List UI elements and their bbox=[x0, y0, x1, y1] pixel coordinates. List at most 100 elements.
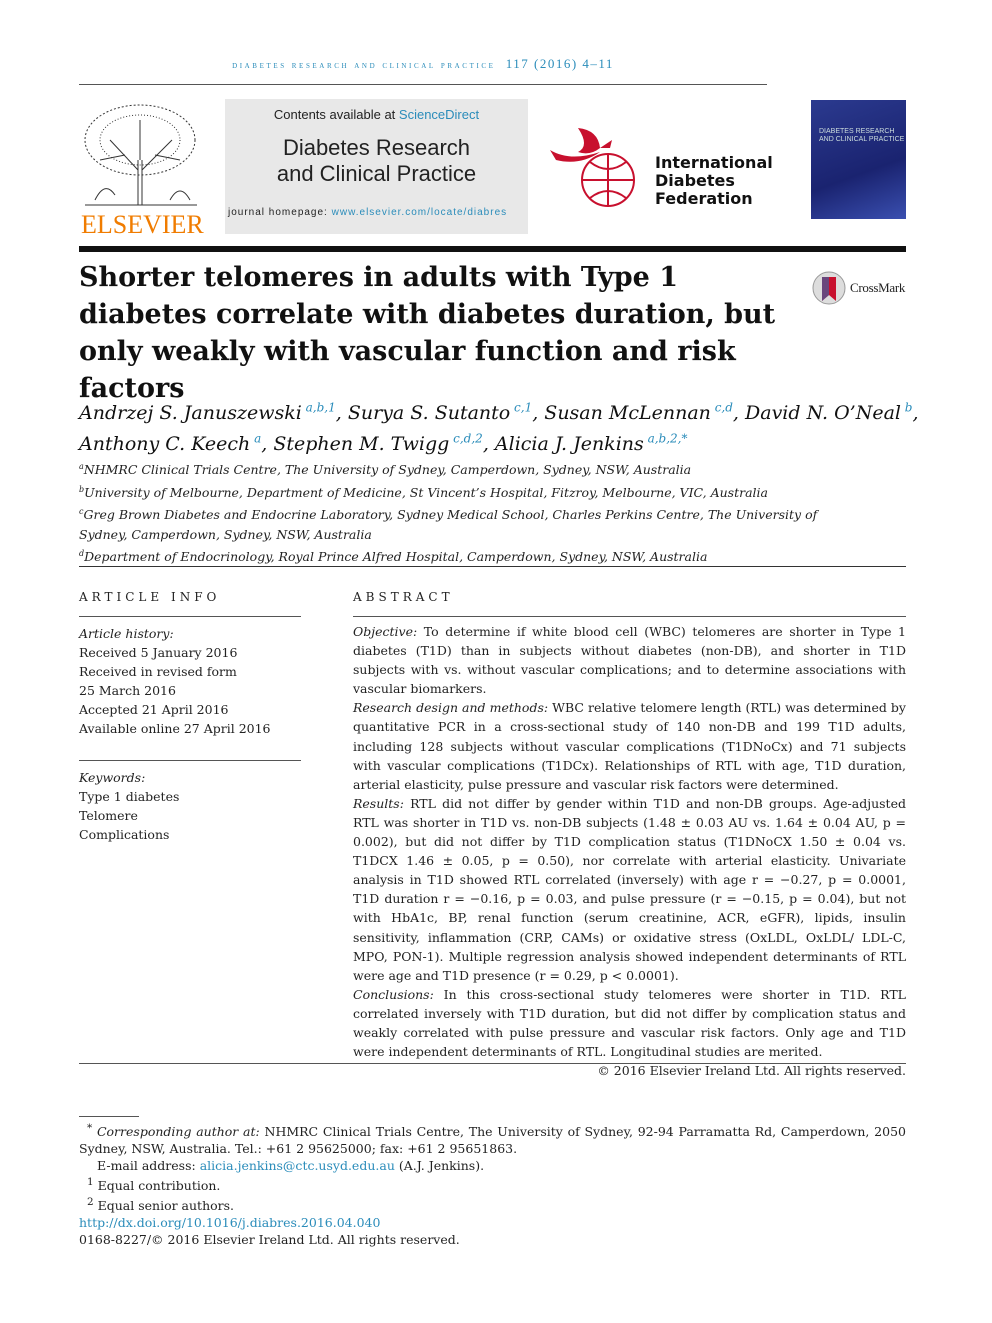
email-link[interactable]: alicia.jenkins@ctc.usyd.edu.au bbox=[200, 1158, 395, 1173]
doi-link[interactable]: http://dx.doi.org/10.1016/j.diabres.2016… bbox=[79, 1215, 380, 1230]
author-name: Stephen M. Twigg bbox=[273, 432, 450, 455]
author-name: Susan McLennan bbox=[544, 402, 711, 425]
author: Anthony C. Keech a, bbox=[79, 431, 274, 455]
affiliation-text: NHMRC Clinical Trials Centre, The Univer… bbox=[83, 462, 692, 478]
history-label: Article history: bbox=[79, 626, 174, 641]
footnote-rule bbox=[79, 1116, 139, 1117]
history-item: Accepted 21 April 2016 bbox=[79, 702, 229, 717]
abstract-body: Objective: To determine if white blood c… bbox=[353, 622, 906, 1080]
journal-banner: Contents available at ScienceDirect Diab… bbox=[225, 99, 528, 234]
abstract-section-text: RTL did not differ by gender within T1D … bbox=[353, 795, 906, 983]
affiliation-item: cGreg Brown Diabetes and Endocrine Labor… bbox=[79, 502, 859, 544]
email-suffix: (A.J. Jenkins). bbox=[394, 1158, 485, 1174]
abstract-section-label: Research design and methods: bbox=[353, 700, 549, 716]
author-affiliation-marker[interactable]: c,1 bbox=[514, 401, 532, 415]
corresponding-author-note: * Corresponding author at: NHMRC Clinica… bbox=[79, 1122, 906, 1157]
header-rule bbox=[79, 84, 767, 85]
abstract-section: Conclusions: In this cross-sectional stu… bbox=[353, 985, 906, 1061]
affiliation-text: Greg Brown Diabetes and Endocrine Labora… bbox=[79, 507, 818, 542]
abstract-section-text: In this cross-sectional study telomeres … bbox=[353, 986, 906, 1060]
author-list: Andrzej S. Januszewski a,b,1, Surya S. S… bbox=[79, 396, 919, 457]
history-item: 25 March 2016 bbox=[79, 683, 176, 698]
abstract-heading: ABSTRACT bbox=[353, 590, 454, 604]
keywords: Keywords: Type 1 diabetes Telomere Complic… bbox=[79, 768, 301, 844]
history-item: Received 5 January 2016 bbox=[79, 645, 238, 660]
article-history: Article history: Received 5 January 2016… bbox=[79, 624, 301, 738]
email-label: E-mail address: bbox=[97, 1158, 200, 1174]
author-separator: , bbox=[261, 432, 274, 455]
abstract-section: Results: RTL did not differ by gender wi… bbox=[353, 794, 906, 985]
header-thick-rule bbox=[79, 246, 906, 252]
author-affiliation-marker[interactable]: c,d,2 bbox=[453, 431, 483, 445]
article-info-rule bbox=[79, 616, 301, 617]
email-note: E-mail address: alicia.jenkins@ctc.usyd.… bbox=[79, 1157, 906, 1174]
volume-pages: 117 (2016) 4–11 bbox=[505, 56, 614, 71]
affiliations: aNHMRC Clinical Trials Centre, The Unive… bbox=[79, 457, 859, 567]
author-name: Andrzej S. Januszewski bbox=[79, 402, 302, 425]
affiliation-item: bUniversity of Melbourne, Department of … bbox=[79, 480, 859, 503]
author-affiliation-marker[interactable]: a,b,1 bbox=[306, 401, 336, 415]
author-separator: , bbox=[912, 402, 919, 425]
author-affiliation-marker[interactable]: a,b,2,* bbox=[648, 431, 688, 445]
author: Stephen M. Twigg c,d,2, bbox=[273, 431, 495, 455]
abstract-section-text: To determine if white blood cell (WBC) t… bbox=[353, 624, 906, 697]
crossmark-button[interactable]: CrossMark bbox=[812, 271, 905, 305]
section-rule bbox=[79, 566, 906, 567]
idf-line3: Federation bbox=[655, 189, 753, 208]
elsevier-logo-text: ELSEVIER bbox=[81, 210, 204, 239]
author-separator: , bbox=[732, 402, 746, 425]
author: Susan McLennan c,d, bbox=[544, 401, 746, 425]
author-separator: , bbox=[532, 402, 545, 425]
author-affiliation-marker[interactable]: c,d bbox=[715, 401, 733, 415]
journal-title-line1: Diabetes Research bbox=[282, 135, 471, 160]
author-separator: , bbox=[482, 432, 495, 455]
footnote-2: 2 Equal senior authors. bbox=[87, 1196, 235, 1214]
author: Surya S. Sutanto c,1, bbox=[347, 401, 545, 425]
history-item: Available online 27 April 2016 bbox=[79, 721, 271, 736]
abstract-end-rule bbox=[79, 1063, 906, 1064]
abstract-section-label: Results: bbox=[353, 795, 404, 811]
running-header: diabetes research and clinical practice … bbox=[79, 56, 767, 72]
abstract-section-label: Conclusions: bbox=[353, 986, 434, 1002]
affiliation-text: Department of Endocrinology, Royal Princ… bbox=[84, 549, 708, 565]
crossmark-icon bbox=[812, 271, 846, 305]
keywords-rule bbox=[79, 760, 301, 761]
history-item: Received in revised form bbox=[79, 664, 237, 679]
cover-title: DIABETES RESEARCH AND CLINICAL PRACTICE bbox=[819, 128, 905, 143]
affiliation-item: aNHMRC Clinical Trials Centre, The Unive… bbox=[79, 457, 859, 480]
homepage-link[interactable]: www.elsevier.com/locate/diabres bbox=[332, 207, 508, 218]
idf-bird-logo bbox=[550, 126, 642, 212]
author-name: Anthony C. Keech bbox=[79, 432, 251, 455]
contents-available: Contents available at ScienceDirect bbox=[225, 107, 528, 122]
contents-prefix: Contents available at bbox=[273, 107, 399, 122]
journal-running-title: diabetes research and clinical practice bbox=[232, 60, 496, 71]
abstract-rule bbox=[353, 616, 906, 617]
footnotes: * Corresponding author at: NHMRC Clinica… bbox=[79, 1120, 906, 1248]
author: Andrzej S. Januszewski a,b,1, bbox=[79, 401, 348, 425]
idf-line1: International bbox=[655, 153, 773, 172]
article-title: Shorter telomeres in adults with Type 1 … bbox=[79, 262, 776, 404]
idf-line2: Diabetes bbox=[655, 171, 735, 190]
journal-cover-image: DIABETES RESEARCH AND CLINICAL PRACTICE bbox=[811, 100, 906, 219]
idf-logo-text: International Diabetes Federation bbox=[655, 154, 773, 208]
author-name: Surya S. Sutanto bbox=[347, 402, 511, 425]
footnote-2-text: Equal senior authors. bbox=[97, 1198, 235, 1214]
author-name: Alicia J. Jenkins bbox=[494, 432, 644, 455]
affiliation-item: dDepartment of Endocrinology, Royal Prin… bbox=[79, 544, 859, 567]
issn-copyright: 0168-8227/© 2016 Elsevier Ireland Ltd. A… bbox=[79, 1232, 460, 1248]
keyword-item: Type 1 diabetes bbox=[79, 789, 180, 804]
elsevier-tree-logo bbox=[80, 100, 202, 208]
author-separator: , bbox=[335, 402, 348, 425]
abstract-section: Research design and methods: WBC relativ… bbox=[353, 698, 906, 793]
keyword-item: Complications bbox=[79, 827, 170, 842]
journal-homepage: journal homepage: www.elsevier.com/locat… bbox=[225, 207, 528, 218]
abstract-section: Objective: To determine if white blood c… bbox=[353, 622, 906, 698]
corresponding-label: Corresponding author at: bbox=[96, 1124, 260, 1140]
journal-title: Diabetes Research and Clinical Practice bbox=[225, 135, 528, 187]
keyword-item: Telomere bbox=[79, 808, 138, 823]
sciencedirect-link[interactable]: ScienceDirect bbox=[399, 107, 479, 122]
article-info-heading: ARTICLE INFO bbox=[79, 590, 221, 604]
affiliation-text: University of Melbourne, Department of M… bbox=[84, 484, 768, 500]
author: David N. O’Neal b, bbox=[745, 401, 919, 425]
keywords-label: Keywords: bbox=[79, 770, 146, 785]
